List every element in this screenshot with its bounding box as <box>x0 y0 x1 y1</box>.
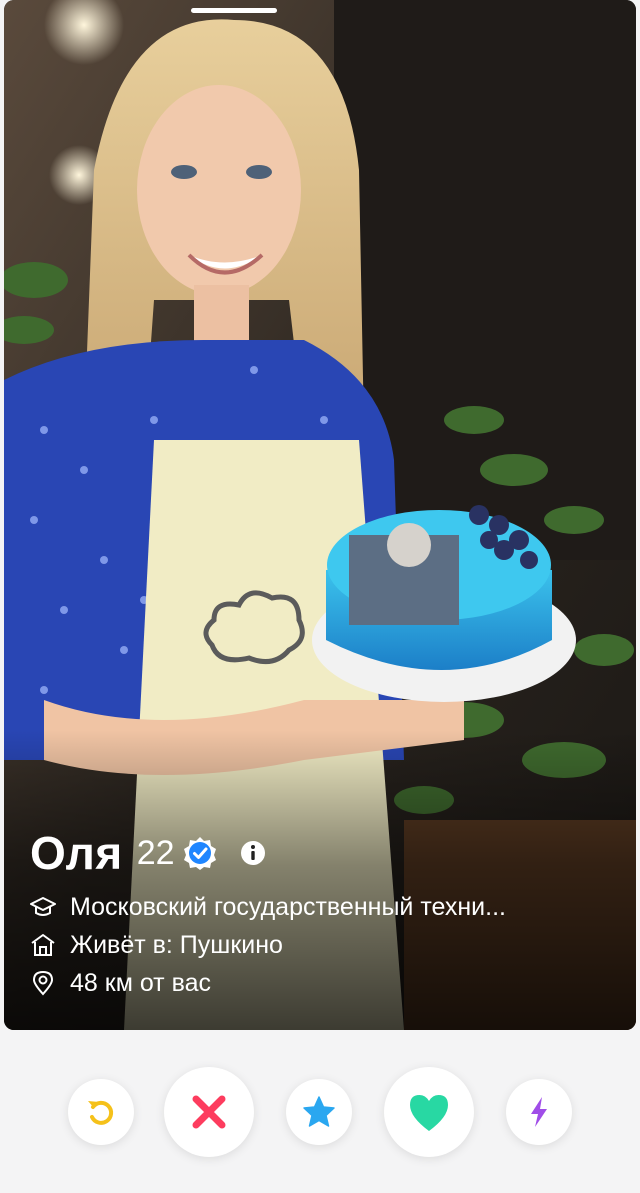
action-bar <box>0 1062 640 1162</box>
boost-button[interactable] <box>506 1079 572 1145</box>
close-icon <box>192 1095 226 1129</box>
profile-info: Оля 22 Московский государственный техни.… <box>30 818 616 1002</box>
lives-in-row: Живёт в: Пушкино <box>30 926 616 964</box>
heart-icon <box>410 1095 448 1131</box>
star-icon <box>303 1096 335 1127</box>
profile-name: Оля <box>30 827 123 879</box>
rewind-button[interactable] <box>68 1079 134 1145</box>
info-icon[interactable] <box>239 839 267 867</box>
profile-age: 22 <box>136 833 175 872</box>
lightning-icon <box>531 1097 547 1127</box>
lives-in-text: Живёт в: Пушкино <box>70 930 283 959</box>
distance-row: 48 км от вас <box>30 964 616 1002</box>
verified-badge-icon <box>183 837 216 870</box>
super-like-button[interactable] <box>286 1079 352 1145</box>
photo-tab-indicator[interactable] <box>191 8 277 13</box>
like-button[interactable] <box>384 1067 474 1157</box>
name-row: Оля 22 <box>30 818 616 888</box>
graduation-cap-icon <box>30 897 56 916</box>
school-row: Московский государственный техни... <box>30 888 616 926</box>
rewind-icon <box>88 1100 114 1125</box>
location-pin-icon <box>32 970 54 996</box>
school-text: Московский государственный техни... <box>70 892 506 921</box>
profile-screen: Оля 22 Московский государственный техни.… <box>0 0 640 1193</box>
nope-button[interactable] <box>164 1067 254 1157</box>
distance-text: 48 км от вас <box>70 968 211 997</box>
home-icon <box>31 934 55 956</box>
profile-card[interactable]: Оля 22 Московский государственный техни.… <box>4 0 636 1030</box>
